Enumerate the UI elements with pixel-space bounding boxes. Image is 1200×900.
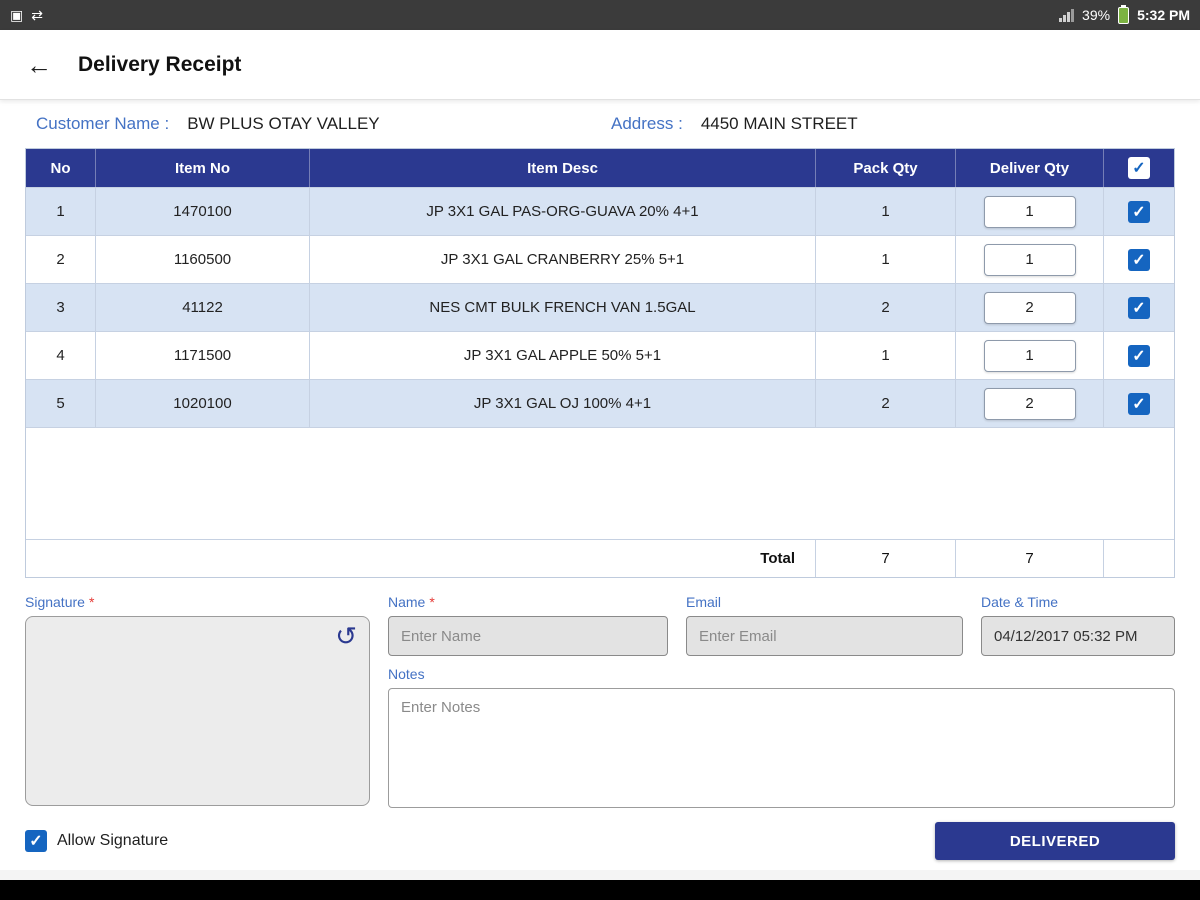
address-label: Address : — [611, 114, 683, 133]
notes-label: Notes — [388, 666, 425, 682]
deliver-qty-input[interactable] — [983, 339, 1076, 372]
cell-pack-qty: 2 — [815, 379, 955, 427]
cell-no: 4 — [26, 331, 95, 379]
email-label: Email — [686, 594, 722, 610]
datetime-input[interactable] — [981, 616, 1175, 656]
android-nav-bar — [0, 880, 1200, 900]
email-field-group: Email — [686, 594, 963, 656]
cell-item-no: 1470100 — [95, 187, 309, 235]
customer-info-row: Customer Name : BW PLUS OTAY VALLEY Addr… — [0, 100, 1200, 148]
table-header-row: No Item No Item Desc Pack Qty Deliver Qt… — [26, 149, 1174, 187]
photo-icon: ▣ — [10, 7, 24, 23]
cell-item-desc: JP 3X1 GAL PAS-ORG-GUAVA 20% 4+1 — [309, 187, 815, 235]
notes-field-group: Notes — [388, 666, 1175, 808]
table-row: 5 1020100 JP 3X1 GAL OJ 100% 4+1 2 ✓ — [26, 379, 1174, 427]
signature-section: Signature * ↺ — [25, 594, 370, 808]
deliver-qty-input[interactable] — [983, 195, 1076, 228]
row-checkbox[interactable]: ✓ — [1128, 248, 1150, 271]
customer-name-label: Customer Name : — [36, 114, 170, 133]
datetime-field-group: Date & Time — [981, 594, 1175, 656]
signal-icon — [1059, 8, 1075, 22]
status-time: 5:32 PM — [1137, 7, 1190, 23]
clear-signature-icon[interactable]: ↺ — [335, 623, 357, 649]
cell-no: 5 — [26, 379, 95, 427]
delivery-form: Signature * ↺ Name * Enter Name Email En… — [0, 578, 1200, 870]
email-input[interactable] — [686, 616, 963, 656]
cell-item-no: 1171500 — [95, 331, 309, 379]
app-header: ← Delivery Receipt — [0, 30, 1200, 100]
col-header-item-no: Item No — [95, 149, 309, 187]
table-row: 1 1470100 JP 3X1 GAL PAS-ORG-GUAVA 20% 4… — [26, 187, 1174, 235]
battery-percent: 39% — [1082, 7, 1111, 23]
items-table: No Item No Item Desc Pack Qty Deliver Qt… — [25, 148, 1175, 578]
name-input[interactable] — [388, 616, 668, 656]
cell-no: 2 — [26, 235, 95, 283]
total-label: Total — [760, 550, 795, 567]
cell-item-desc: JP 3X1 GAL OJ 100% 4+1 — [309, 379, 815, 427]
page-title: Delivery Receipt — [78, 52, 242, 76]
cell-no: 3 — [26, 283, 95, 331]
table-total-row: Total 7 7 — [26, 539, 1174, 577]
col-header-item-desc: Item Desc — [309, 149, 815, 187]
cell-pack-qty: 2 — [815, 283, 955, 331]
total-deliver-qty: 7 — [955, 540, 1103, 577]
deliver-qty-input[interactable] — [983, 243, 1076, 276]
row-checkbox[interactable]: ✓ — [1128, 296, 1150, 319]
col-header-select-all: ✓ — [1103, 149, 1174, 187]
table-row: 3 41122 NES CMT BULK FRENCH VAN 1.5GAL 2… — [26, 283, 1174, 331]
row-checkbox[interactable]: ✓ — [1128, 392, 1150, 415]
cell-pack-qty: 1 — [815, 331, 955, 379]
datetime-label: Date & Time — [981, 594, 1059, 610]
main-content: Customer Name : BW PLUS OTAY VALLEY Addr… — [0, 100, 1200, 870]
cell-item-no: 1160500 — [95, 235, 309, 283]
share-icon: ⇄ — [31, 7, 43, 23]
cell-item-desc: JP 3X1 GAL APPLE 50% 5+1 — [309, 331, 815, 379]
notes-input[interactable] — [388, 688, 1175, 808]
col-header-no: No — [50, 159, 71, 177]
cell-item-desc: JP 3X1 GAL CRANBERRY 25% 5+1 — [309, 235, 815, 283]
allow-signature-toggle[interactable]: ✓ Allow Signature — [25, 830, 168, 852]
form-fields-section: Name * Email Date & Time — [388, 594, 1175, 808]
battery-icon — [1118, 4, 1130, 24]
required-marker: * — [429, 594, 435, 610]
cell-item-no: 41122 — [95, 283, 309, 331]
cell-no: 1 — [26, 187, 95, 235]
required-marker: * — [88, 594, 95, 610]
delivered-button[interactable]: DELIVERED — [935, 822, 1175, 860]
status-bar-right: 39% 5:32 PM — [1059, 4, 1190, 24]
col-header-pack-qty: Pack Qty — [815, 149, 955, 187]
total-pack-qty: 7 — [815, 540, 955, 577]
cell-item-desc: NES CMT BULK FRENCH VAN 1.5GAL — [309, 283, 815, 331]
deliver-qty-input[interactable] — [983, 291, 1076, 324]
customer-name-value: BW PLUS OTAY VALLEY — [187, 114, 380, 133]
row-checkbox[interactable]: ✓ — [1128, 200, 1150, 223]
back-button[interactable]: ← — [26, 52, 52, 78]
name-field-group: Name * — [388, 594, 668, 656]
customer-name-group: Customer Name : BW PLUS OTAY VALLEY — [36, 114, 611, 134]
table-empty-area — [26, 427, 1174, 539]
table-row: 4 1171500 JP 3X1 GAL APPLE 50% 5+1 1 ✓ — [26, 331, 1174, 379]
status-bar: ▣ ⇄ 39% 5:32 PM — [0, 0, 1200, 30]
allow-signature-label: Allow Signature — [57, 832, 169, 849]
signature-label: Signature * — [25, 594, 95, 610]
total-row-spacer — [1103, 540, 1174, 577]
deliver-qty-input[interactable] — [983, 387, 1076, 420]
row-checkbox[interactable]: ✓ — [1128, 344, 1150, 367]
cell-pack-qty: 1 — [815, 187, 955, 235]
cell-item-no: 1020100 — [95, 379, 309, 427]
table-row: 2 1160500 JP 3X1 GAL CRANBERRY 25% 5+1 1… — [26, 235, 1174, 283]
name-label: Name * — [388, 594, 435, 610]
address-value: 4450 MAIN STREET — [700, 114, 858, 133]
col-header-deliver-qty: Deliver Qty — [955, 149, 1103, 187]
allow-signature-checkbox[interactable]: ✓ — [25, 830, 47, 852]
signature-pad[interactable]: ↺ — [25, 616, 370, 806]
customer-address-group: Address : 4450 MAIN STREET — [611, 114, 858, 134]
select-all-checkbox[interactable]: ✓ — [1128, 157, 1150, 179]
cell-pack-qty: 1 — [815, 235, 955, 283]
status-bar-left: ▣ ⇄ — [10, 8, 43, 22]
